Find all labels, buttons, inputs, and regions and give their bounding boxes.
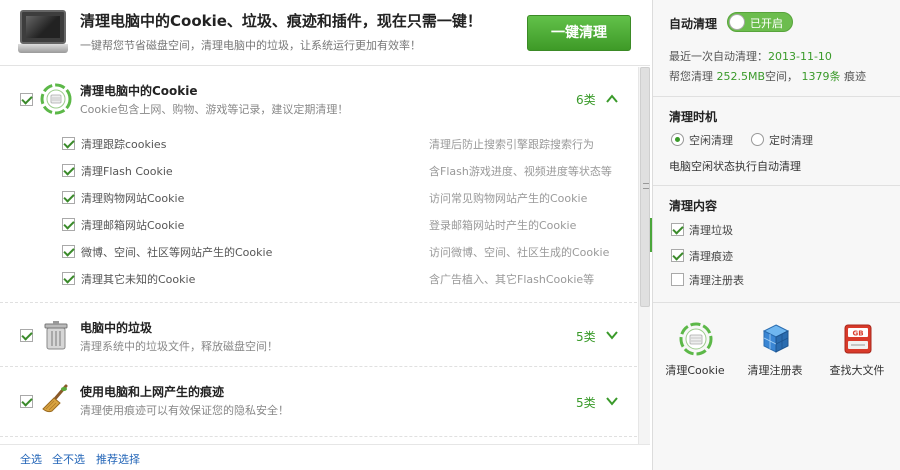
registry-cubes-icon bbox=[762, 324, 790, 353]
timing-block: 清理时机 空闲清理 定时清理 电脑空闲状态执行自动清理 bbox=[653, 98, 900, 186]
scheduled-clean-radio[interactable] bbox=[751, 133, 764, 146]
cookie-sub-item[interactable]: 清理购物网站Cookie 访问常见购物网站产生的Cookie bbox=[62, 189, 632, 209]
idle-clean-label[interactable]: 空闲清理 bbox=[689, 132, 733, 148]
monitor-icon bbox=[18, 10, 68, 54]
cookie-sub-hint: 登录邮箱网站时产生的Cookie bbox=[429, 219, 577, 232]
cookie-sub-label: 清理跟踪cookies bbox=[81, 138, 167, 151]
cookie-sub-checkbox[interactable] bbox=[62, 164, 75, 177]
one-click-clean-button[interactable]: 一键清理 bbox=[527, 15, 631, 51]
selection-footer: 全选 全不选 推荐选择 bbox=[0, 444, 650, 470]
clean-junk-checkbox[interactable] bbox=[671, 223, 684, 236]
section-junk-title: 电脑中的垃圾 bbox=[80, 321, 153, 335]
cookie-sub-hint: 访问常见购物网站产生的Cookie bbox=[429, 192, 588, 205]
tool-clean-registry[interactable]: 清理注册表 bbox=[737, 318, 813, 388]
clean-junk-label[interactable]: 清理垃圾 bbox=[689, 222, 733, 238]
section-junk: 电脑中的垃圾 清理系统中的垃圾文件，释放磁盘空间！ 5类 bbox=[0, 303, 637, 367]
tool-clean-registry-label: 清理注册表 bbox=[747, 364, 803, 377]
cookie-sub-item[interactable]: 清理其它未知的Cookie 含广告植入、其它FlashCookie等 bbox=[62, 270, 632, 290]
toggle-state-label: 已开启 bbox=[750, 17, 783, 30]
select-none-link[interactable]: 全不选 bbox=[52, 451, 85, 467]
last-auto-clean-date: 2013-11-10 bbox=[768, 50, 832, 63]
cookie-sub-label: 微博、空间、社区等网站产生的Cookie bbox=[81, 246, 273, 259]
toggle-knob bbox=[729, 14, 745, 30]
cookie-sub-item[interactable]: 清理Flash Cookie 含Flash游戏进度、视频进度等状态等 bbox=[62, 162, 632, 182]
cookie-sub-label: 清理其它未知的Cookie bbox=[81, 273, 196, 286]
auto-clean-block: 自动清理 已开启 最近一次自动清理：2013-11-10 帮您清理 252.5M… bbox=[653, 0, 900, 97]
section-traces-desc: 清理使用痕迹可以有效保证您的隐私安全！ bbox=[80, 404, 289, 417]
section-traces: 使用电脑和上网产生的痕迹 清理使用痕迹可以有效保证您的隐私安全！ 5类 bbox=[0, 367, 637, 437]
section-traces-checkbox[interactable] bbox=[20, 395, 33, 408]
content-block: 清理内容 清理垃圾 清理痕迹 清理注册表 bbox=[653, 187, 900, 303]
tools-block: 清理Cookie 清理注册表 GB 查找大文件 bbox=[653, 304, 900, 470]
cookie-sub-hint: 清理后防止搜索引擎跟踪搜索行为 bbox=[429, 138, 594, 151]
cookie-sub-checkbox[interactable] bbox=[62, 272, 75, 285]
content-label: 清理内容 bbox=[669, 199, 718, 213]
chevron-down-icon[interactable] bbox=[606, 329, 618, 341]
clean-registry-checkbox[interactable] bbox=[671, 273, 684, 286]
clean-summary: 帮您清理 252.5MB空间， 1379条 痕迹 bbox=[669, 70, 867, 83]
clean-category-list: 清理电脑中的Cookie Cookie包含上网、购物、游戏等记录，建议定期清理！… bbox=[0, 67, 637, 444]
cookie-sub-hint: 含广告植入、其它FlashCookie等 bbox=[429, 273, 595, 286]
cookie-sub-hint: 访问微博、空间、社区生成的Cookie bbox=[429, 246, 610, 259]
section-cookie-count: 6类 bbox=[576, 93, 596, 107]
tool-clean-cookie[interactable]: 清理Cookie bbox=[657, 318, 733, 388]
cookie-sub-label: 清理购物网站Cookie bbox=[81, 192, 185, 205]
cookie-icon bbox=[679, 322, 713, 356]
cookie-sub-checkbox[interactable] bbox=[62, 218, 75, 231]
scrollbar[interactable] bbox=[638, 67, 650, 444]
settings-panel: 自动清理 已开启 最近一次自动清理：2013-11-10 帮您清理 252.5M… bbox=[652, 0, 900, 470]
scrollbar-thumb[interactable] bbox=[640, 67, 650, 307]
chevron-down-icon[interactable] bbox=[606, 395, 618, 407]
page-subtitle: 一键帮您节省磁盘空间，清理电脑中的垃圾，让系统运行更加有效率！ bbox=[80, 39, 421, 52]
clean-traces-checkbox[interactable] bbox=[671, 249, 684, 262]
last-auto-clean: 最近一次自动清理：2013-11-10 bbox=[669, 50, 832, 63]
section-cookie-desc: Cookie包含上网、购物、游戏等记录，建议定期清理！ bbox=[80, 103, 349, 116]
trash-can-icon bbox=[44, 321, 68, 350]
scheduled-clean-label[interactable]: 定时清理 bbox=[769, 132, 813, 148]
section-junk-desc: 清理系统中的垃圾文件，释放磁盘空间！ bbox=[80, 340, 278, 353]
cookie-sub-label: 清理Flash Cookie bbox=[81, 165, 173, 178]
timing-label: 清理时机 bbox=[669, 110, 718, 124]
auto-clean-label: 自动清理 bbox=[669, 17, 718, 31]
main-panel: 清理电脑中的Cookie、垃圾、痕迹和插件，现在只需一键！ 一键帮您节省磁盘空间… bbox=[0, 0, 650, 470]
section-cookie: 清理电脑中的Cookie Cookie包含上网、购物、游戏等记录，建议定期清理！… bbox=[0, 67, 637, 303]
auto-clean-toggle[interactable]: 已开启 bbox=[727, 12, 793, 32]
cookie-sub-label: 清理邮箱网站Cookie bbox=[81, 219, 185, 232]
cleaned-traces-count: 1379条 bbox=[801, 70, 841, 83]
cleaned-space: 252.5MB bbox=[716, 70, 766, 83]
cookie-sub-checkbox[interactable] bbox=[62, 191, 75, 204]
cookie-sub-item[interactable]: 清理跟踪cookies 清理后防止搜索引擎跟踪搜索行为 bbox=[62, 135, 632, 155]
select-all-link[interactable]: 全选 bbox=[20, 451, 42, 467]
section-cookie-checkbox[interactable] bbox=[20, 93, 33, 106]
cookie-sub-hint: 含Flash游戏进度、视频进度等状态等 bbox=[429, 165, 612, 178]
cookie-sub-checkbox[interactable] bbox=[62, 245, 75, 258]
cookie-icon bbox=[40, 83, 72, 115]
section-traces-count: 5类 bbox=[576, 396, 596, 410]
tool-find-big-files-label: 查找大文件 bbox=[829, 364, 885, 377]
idle-clean-radio[interactable] bbox=[671, 133, 684, 146]
timing-note: 电脑空闲状态执行自动清理 bbox=[669, 160, 801, 173]
tool-clean-cookie-label: 清理Cookie bbox=[665, 364, 725, 377]
section-junk-count: 5类 bbox=[576, 330, 596, 344]
cookie-sub-checkbox[interactable] bbox=[62, 137, 75, 150]
clean-registry-label[interactable]: 清理注册表 bbox=[689, 272, 744, 288]
tool-find-big-files[interactable]: GB 查找大文件 bbox=[819, 318, 895, 388]
section-traces-title: 使用电脑和上网产生的痕迹 bbox=[80, 385, 225, 399]
page-title: 清理电脑中的Cookie、垃圾、痕迹和插件，现在只需一键！ bbox=[80, 12, 482, 30]
cookie-sub-item[interactable]: 微博、空间、社区等网站产生的Cookie 访问微博、空间、社区生成的Cookie bbox=[62, 243, 632, 263]
section-cookie-title: 清理电脑中的Cookie bbox=[80, 84, 198, 98]
header: 清理电脑中的Cookie、垃圾、痕迹和插件，现在只需一键！ 一键帮您节省磁盘空间… bbox=[0, 0, 650, 66]
svg-text:GB: GB bbox=[852, 330, 863, 338]
recommended-selection-link[interactable]: 推荐选择 bbox=[96, 451, 140, 467]
broom-icon bbox=[42, 384, 68, 413]
chevron-up-icon[interactable] bbox=[606, 93, 618, 105]
section-junk-checkbox[interactable] bbox=[20, 329, 33, 342]
cookie-sub-item[interactable]: 清理邮箱网站Cookie 登录邮箱网站时产生的Cookie bbox=[62, 216, 632, 236]
clean-traces-label[interactable]: 清理痕迹 bbox=[689, 248, 733, 264]
big-file-gb-icon: GB bbox=[844, 324, 872, 354]
